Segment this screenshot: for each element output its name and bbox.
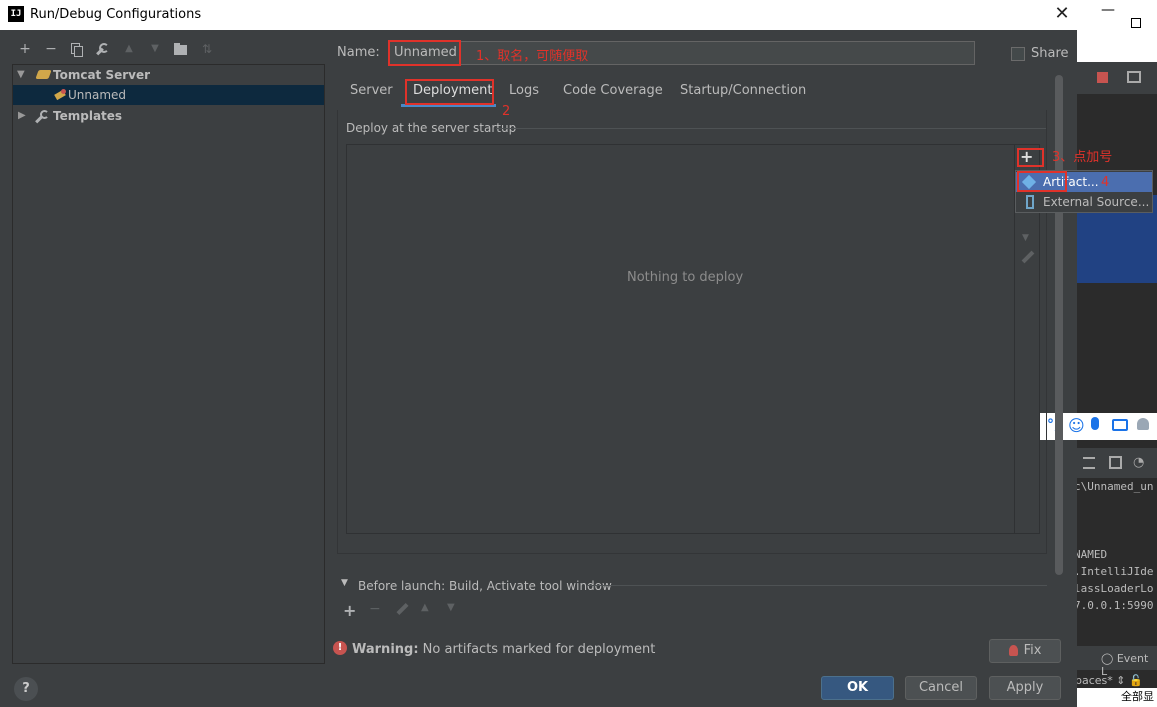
warning-icon: ! bbox=[333, 641, 347, 655]
before-launch-up-icon[interactable]: ▲ bbox=[421, 602, 429, 613]
deployment-list[interactable] bbox=[347, 145, 1014, 533]
edit-defaults-wrench-icon[interactable] bbox=[94, 40, 112, 58]
ok-button[interactable]: OK bbox=[821, 676, 894, 700]
tree-node-templates[interactable]: ▶ Templates bbox=[13, 106, 324, 126]
deploy-section-title: Deploy at the server startup bbox=[346, 121, 517, 135]
microphone-icon[interactable] bbox=[1091, 417, 1099, 430]
run-debug-configurations-dialog: { "window": { "title": "Run/Debug Config… bbox=[0, 0, 1157, 707]
background-console-toolbar: ◔ bbox=[1077, 448, 1157, 478]
title-bar: IJ Run/Debug Configurations ✕ bbox=[0, 0, 1077, 30]
warning-message: Warning: No artifacts marked for deploym… bbox=[352, 642, 656, 657]
cancel-button[interactable]: Cancel bbox=[905, 676, 977, 700]
skin-icon[interactable] bbox=[1137, 418, 1149, 430]
close-window-button[interactable]: ✕ bbox=[1052, 4, 1072, 24]
event-log-icon: ◯ bbox=[1101, 652, 1117, 665]
name-label: Name: bbox=[337, 45, 380, 60]
tomcat-server-label: Tomcat Server bbox=[53, 68, 151, 82]
plus-annotation: 3、点加号 bbox=[1052, 150, 1113, 165]
before-launch-edit-icon[interactable] bbox=[396, 602, 409, 616]
keyboard-icon[interactable] bbox=[1112, 419, 1128, 431]
tab-code-coverage[interactable]: Code Coverage bbox=[563, 82, 663, 106]
maximize-icon bbox=[1131, 18, 1141, 28]
before-launch-separator bbox=[588, 585, 1047, 586]
tab-server[interactable]: Server bbox=[350, 82, 393, 106]
stop-icon bbox=[1097, 72, 1108, 83]
move-down-icon[interactable]: ▼ bbox=[146, 40, 164, 58]
tomcat-config-icon bbox=[54, 89, 67, 101]
remove-configuration-icon[interactable]: − bbox=[42, 40, 60, 58]
configuration-tree: ▼ Tomcat Server Unnamed ▶ Templates bbox=[12, 64, 325, 664]
square-icon bbox=[1109, 456, 1122, 469]
move-up-icon[interactable]: ▲ bbox=[120, 40, 138, 58]
empty-deployment-text: Nothing to deploy bbox=[627, 270, 744, 285]
before-launch-remove-icon[interactable]: − bbox=[369, 601, 381, 617]
expanded-arrow-icon[interactable]: ▼ bbox=[17, 65, 25, 85]
background-toolbar bbox=[1077, 62, 1157, 94]
before-launch-down-icon[interactable]: ▼ bbox=[447, 602, 455, 613]
background-console: c\Unnamed_un NAMED .IntelliJIde lassLoad… bbox=[1077, 480, 1154, 612]
name-annotation: 1、取名，可随便取 bbox=[476, 49, 589, 64]
before-launch-label: Before launch: Build, Activate tool wind… bbox=[358, 579, 612, 593]
sort-configurations-icon[interactable]: ⇅ bbox=[198, 40, 216, 58]
fix-button[interactable]: Fix bbox=[989, 639, 1061, 663]
copy-configuration-icon[interactable] bbox=[68, 41, 86, 59]
popup-item-external-source[interactable]: External Source... bbox=[1016, 192, 1152, 212]
new-folder-icon[interactable] bbox=[172, 41, 190, 59]
templates-label: Templates bbox=[53, 109, 123, 123]
minimize-icon: — bbox=[1101, 2, 1115, 18]
tomcat-icon bbox=[35, 70, 52, 79]
share-checkbox[interactable] bbox=[1011, 47, 1025, 61]
apply-button[interactable]: Apply bbox=[989, 676, 1061, 700]
workspaces-status: paces* ⇕ 🔓 bbox=[1077, 674, 1143, 687]
artifact-annotation-number: 4 bbox=[1101, 175, 1110, 190]
before-launch-add-icon[interactable]: + bbox=[343, 601, 356, 620]
share-label[interactable]: Share bbox=[1031, 46, 1069, 61]
structure-icon bbox=[1127, 71, 1141, 83]
deployment-tab-highlight-box bbox=[405, 79, 494, 105]
taskbar-text: 全部显 bbox=[1077, 688, 1157, 707]
collapsed-arrow-icon[interactable]: ▶ bbox=[18, 106, 26, 126]
gauge-icon: ◔ bbox=[1133, 455, 1145, 470]
tree-node-unnamed[interactable]: Unnamed bbox=[13, 85, 324, 105]
help-button[interactable]: ? bbox=[14, 677, 38, 701]
tab-startup-connection[interactable]: Startup/Connection bbox=[680, 82, 806, 106]
window-title: Run/Debug Configurations bbox=[30, 7, 202, 22]
tab-logs[interactable]: Logs bbox=[509, 82, 539, 106]
intellij-app-icon: IJ bbox=[8, 6, 24, 22]
templates-wrench-icon bbox=[35, 110, 49, 124]
bulb-icon bbox=[1008, 645, 1018, 656]
unnamed-config-label: Unnamed bbox=[68, 88, 127, 102]
section-separator bbox=[496, 128, 1046, 129]
plus-highlight-box bbox=[1017, 148, 1044, 167]
background-window-titlebar: — bbox=[1077, 0, 1157, 62]
add-configuration-icon[interactable]: + bbox=[16, 40, 34, 58]
background-ide-window: — ◔ c\Unnamed_un NAMED .IntelliJIde lass… bbox=[1077, 0, 1157, 707]
before-launch-collapse-icon[interactable]: ▼ bbox=[341, 578, 348, 588]
emoji-icon[interactable]: ☺ bbox=[1068, 416, 1085, 435]
external-source-icon bbox=[1026, 195, 1034, 209]
tree-node-tomcat-server[interactable]: ▼ Tomcat Server bbox=[13, 65, 324, 85]
artifact-highlight-box bbox=[1017, 171, 1067, 192]
list-icon bbox=[1083, 457, 1095, 469]
name-input-value: Unnamed bbox=[394, 45, 457, 60]
move-down-icon: ▼ bbox=[1022, 233, 1029, 243]
